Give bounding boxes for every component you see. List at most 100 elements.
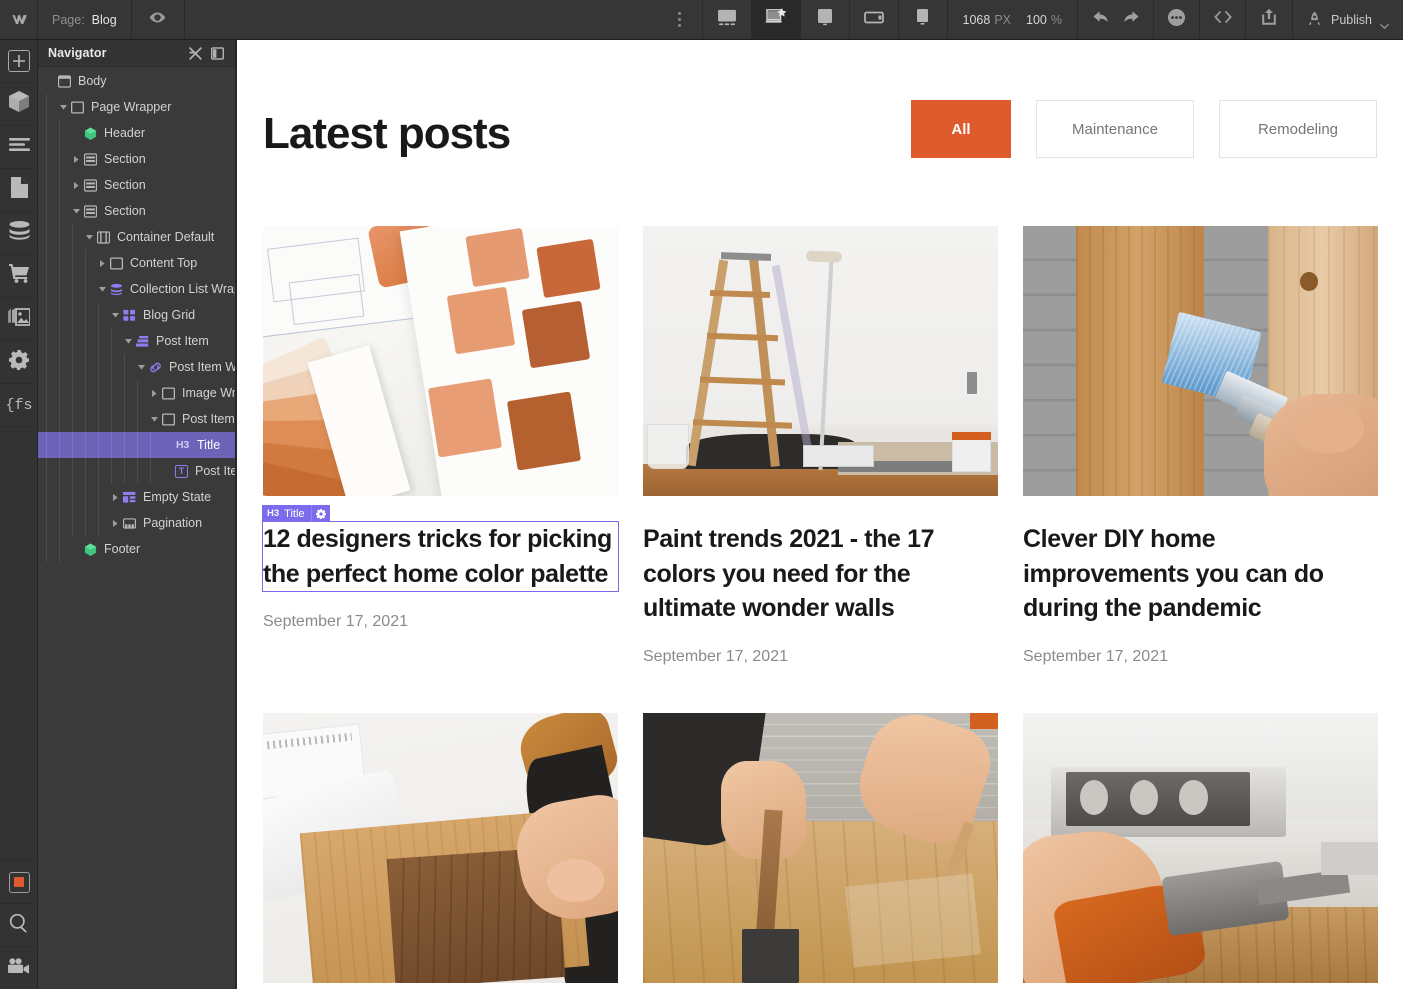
rail-item-search[interactable] xyxy=(0,903,38,946)
collapse-all-icon[interactable] xyxy=(184,42,206,64)
tree-row-label: Page Wrapper xyxy=(91,100,172,114)
tree-row-title[interactable]: H3 Title xyxy=(38,432,235,458)
device-tablet-button[interactable] xyxy=(801,0,850,39)
post-title: Clever DIY home improvements you can do … xyxy=(1023,525,1324,623)
custom-code-button[interactable] xyxy=(1200,0,1246,39)
tree-row-body[interactable]: Body xyxy=(38,68,235,94)
chevron-down-icon[interactable] xyxy=(96,286,109,292)
chevron-down-icon[interactable] xyxy=(57,104,70,110)
zoom-unit: % xyxy=(1050,12,1062,27)
webflow-logo-button[interactable] xyxy=(0,0,38,39)
post-item[interactable]: Clever DIY home improvements you can do … xyxy=(1023,226,1378,666)
chevron-down-icon[interactable] xyxy=(70,208,83,214)
post-item[interactable] xyxy=(263,712,618,989)
panel-toggle-icon[interactable] xyxy=(206,42,228,64)
tree-row-section[interactable]: Section xyxy=(38,146,235,172)
post-item[interactable]: H3 Title 12 designers tricks for picking… xyxy=(262,226,619,666)
rail-item-cms[interactable] xyxy=(0,212,38,255)
tree-row-post-item-w[interactable]: Post Item W xyxy=(38,354,235,380)
tree-row-page-wrapper[interactable]: Page Wrapper xyxy=(38,94,235,120)
rail-item-ecommerce[interactable] xyxy=(0,255,38,298)
more-options-button[interactable] xyxy=(1154,0,1200,39)
chevron-right-icon[interactable] xyxy=(96,259,109,267)
post-thumbnail[interactable] xyxy=(643,712,998,983)
canvas-width-value: 1068 xyxy=(962,12,991,27)
post-thumbnail[interactable] xyxy=(263,226,618,497)
rail-item-style-manager[interactable] xyxy=(0,860,38,903)
post-item[interactable] xyxy=(643,712,998,989)
post-date: September 17, 2021 xyxy=(263,613,408,631)
shopping-cart-icon xyxy=(8,264,30,288)
device-main-breakpoint-button[interactable] xyxy=(751,0,801,39)
code-brackets-icon xyxy=(1213,9,1233,30)
tree-row-label: Pagination xyxy=(143,516,203,530)
tree-row-header[interactable]: Header xyxy=(38,120,235,146)
rail-item-video[interactable] xyxy=(0,946,38,989)
publish-label: Publish xyxy=(1331,12,1372,27)
preview-toggle-button[interactable] xyxy=(132,0,185,39)
rail-item-settings[interactable] xyxy=(0,341,38,384)
chevron-right-icon[interactable] xyxy=(70,155,83,163)
post-item[interactable] xyxy=(1023,712,1378,989)
redo-arrow-icon[interactable] xyxy=(1121,9,1140,30)
chevron-right-icon[interactable] xyxy=(109,519,122,527)
tree-row-image-wra[interactable]: Image Wra xyxy=(38,380,235,406)
navigator-tree: Body Page Wrapper Header Section Section Sect… xyxy=(38,67,235,562)
tree-row-post-ite[interactable]: T Post Ite xyxy=(38,458,235,484)
tree-row-content-top[interactable]: Content Top xyxy=(38,250,235,276)
post-item[interactable]: Paint trends 2021 - the 17 colors you ne… xyxy=(643,226,998,666)
chevron-down-icon[interactable] xyxy=(109,312,122,318)
post-thumbnail[interactable] xyxy=(1023,712,1378,983)
page-name: Blog xyxy=(91,12,117,27)
chevron-right-icon[interactable] xyxy=(148,389,161,397)
chevron-down-icon[interactable] xyxy=(135,364,148,370)
tree-row-pagination[interactable]: Pagination xyxy=(38,510,235,536)
filter-all-button[interactable]: All xyxy=(911,100,1011,158)
container-icon xyxy=(96,230,111,244)
tree-row-footer[interactable]: Footer xyxy=(38,536,235,562)
chevron-down-icon[interactable] xyxy=(122,338,135,344)
tree-row-empty-state[interactable]: Empty State xyxy=(38,484,235,510)
post-thumbnail[interactable] xyxy=(1023,226,1378,497)
layers-lines-icon xyxy=(8,138,30,156)
rail-item-variables[interactable]: {fs xyxy=(0,384,38,427)
rail-item-add-elements[interactable] xyxy=(0,40,38,83)
breakpoint-options-button[interactable] xyxy=(657,0,703,39)
device-mobile-portrait-button[interactable] xyxy=(899,0,948,39)
undo-redo-group[interactable] xyxy=(1078,0,1154,39)
publish-button[interactable]: Publish xyxy=(1293,0,1403,39)
tree-row-label: Blog Grid xyxy=(143,308,196,322)
chevron-down-icon[interactable] xyxy=(83,234,96,240)
filter-maintenance-button[interactable]: Maintenance xyxy=(1036,100,1194,158)
rail-item-navigator[interactable] xyxy=(0,126,38,169)
tree-row-collection-list-wrap[interactable]: Collection List Wrap xyxy=(38,276,235,302)
selected-element-badge: H3 Title xyxy=(262,505,330,523)
fs-braces-icon: {fs xyxy=(5,396,33,414)
tablet-icon xyxy=(817,8,833,31)
post-thumbnail[interactable] xyxy=(263,712,618,983)
design-canvas[interactable]: Latest posts All Maintenance Remodeling xyxy=(237,40,1403,989)
tree-row-post-item[interactable]: Post Item xyxy=(38,328,235,354)
post-title-wrapper[interactable]: H3 Title 12 designers tricks for picking… xyxy=(262,505,619,593)
undo-arrow-icon[interactable] xyxy=(1092,9,1111,30)
gear-icon[interactable] xyxy=(310,505,330,523)
tree-row-blog-grid[interactable]: Blog Grid xyxy=(38,302,235,328)
tree-row-container-default[interactable]: Container Default xyxy=(38,224,235,250)
chevron-right-icon[interactable] xyxy=(109,493,122,501)
tree-row-section[interactable]: Section xyxy=(38,172,235,198)
page-selector[interactable]: Page: Blog xyxy=(38,0,132,39)
device-desktop-button[interactable] xyxy=(703,0,752,39)
export-share-button[interactable] xyxy=(1246,0,1293,39)
chevron-down-icon[interactable] xyxy=(148,416,161,422)
empty-state-icon xyxy=(122,491,137,504)
canvas-size-zoom[interactable]: 1068 PX 100 % xyxy=(948,0,1078,39)
rail-item-components[interactable] xyxy=(0,83,38,126)
chevron-right-icon[interactable] xyxy=(70,181,83,189)
tree-row-post-item[interactable]: Post Item xyxy=(38,406,235,432)
rail-item-pages[interactable] xyxy=(0,169,38,212)
tree-row-section[interactable]: Section xyxy=(38,198,235,224)
rail-item-assets[interactable] xyxy=(0,298,38,341)
post-thumbnail[interactable] xyxy=(643,226,998,497)
filter-remodeling-button[interactable]: Remodeling xyxy=(1219,100,1377,158)
device-mobile-landscape-button[interactable] xyxy=(850,0,899,39)
